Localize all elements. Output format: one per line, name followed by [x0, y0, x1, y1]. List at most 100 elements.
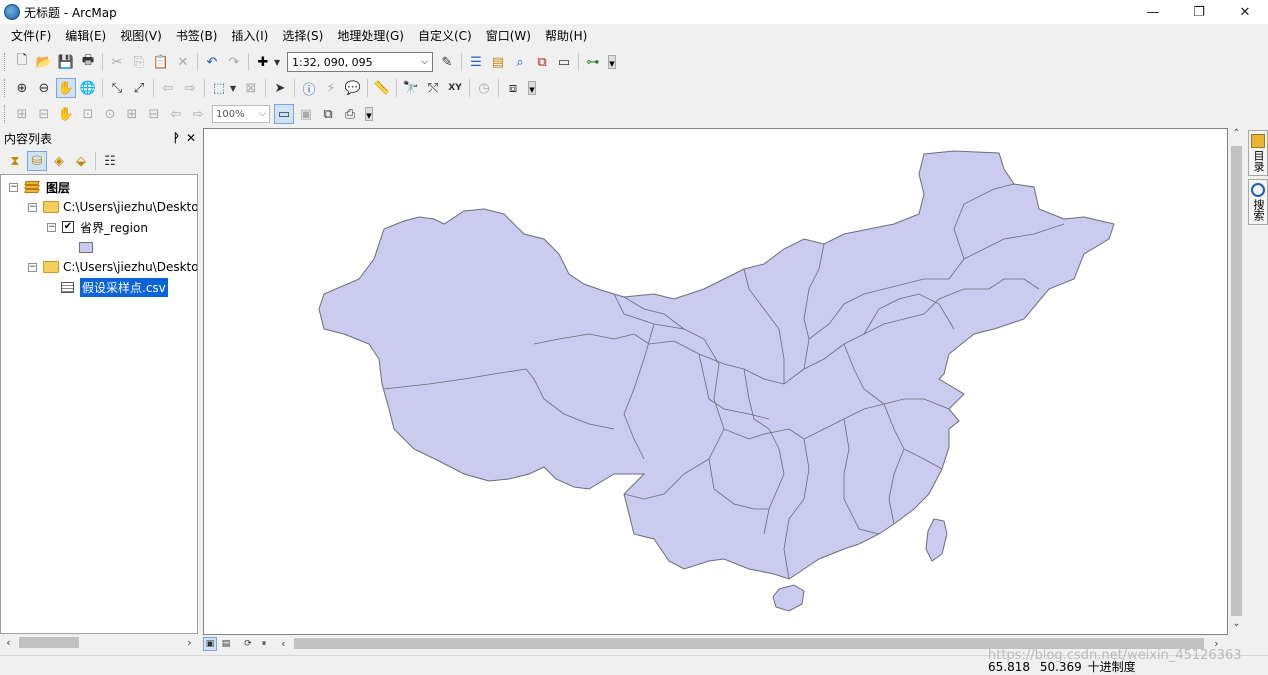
python-window-icon[interactable]: ▭ [554, 52, 574, 72]
hainan-polygon[interactable] [772, 584, 805, 612]
collapse-icon[interactable]: − [47, 222, 56, 232]
list-by-selection-icon[interactable]: ⬙ [71, 151, 91, 171]
menu-geoprocessing[interactable]: 地理处理(G) [330, 24, 411, 48]
menu-file[interactable]: 文件(F) [4, 24, 58, 48]
map-display[interactable] [203, 128, 1228, 635]
fixed-zoom-in-icon[interactable]: ⤡ [107, 78, 127, 98]
hyperlink-icon[interactable]: ⚡ [321, 78, 341, 98]
identify-icon[interactable]: ⓘ [299, 78, 319, 98]
map-vertical-scrollbar[interactable]: ⌃ ⌄ [1228, 128, 1245, 635]
search-tab[interactable]: 搜索 [1248, 179, 1268, 225]
close-icon[interactable]: ✕ [186, 131, 196, 145]
data-view-icon[interactable]: ▣ [203, 636, 217, 651]
restore-button[interactable]: ❐ [1176, 0, 1222, 24]
scroll-up-icon[interactable]: ⌃ [1228, 128, 1245, 145]
toolbar-options-icon[interactable]: ▼ [528, 81, 536, 95]
tree-folder-2[interactable]: − C:\Users\jiezhu\Deskto [28, 257, 197, 277]
focus-data-frame-icon[interactable]: ▣ [296, 104, 316, 124]
fixed-zoom-out-page-icon[interactable]: ⊟ [144, 104, 164, 124]
editor-toolbar-icon[interactable]: ✎ [437, 52, 457, 72]
measure-icon[interactable]: 📏 [372, 78, 392, 98]
print-icon[interactable]: 🖶 [78, 52, 98, 72]
zoom-whole-page-icon[interactable]: ⊡ [78, 104, 98, 124]
menu-edit[interactable]: 编辑(E) [58, 24, 113, 48]
change-layout-icon[interactable]: ⧉ [318, 104, 338, 124]
collapse-icon[interactable]: − [28, 202, 37, 212]
forward-extent-page-icon[interactable]: ⇨ [188, 104, 208, 124]
toggle-draft-mode-icon[interactable]: ▭ [274, 104, 294, 124]
search-window-icon[interactable]: ⌕ [510, 52, 530, 72]
data-driven-pages-icon[interactable]: ⎙ [340, 104, 360, 124]
scroll-down-icon[interactable]: ⌄ [1228, 618, 1245, 635]
menu-bookmarks[interactable]: 书签(B) [169, 24, 225, 48]
scroll-thumb[interactable] [19, 637, 79, 648]
new-document-icon[interactable]: 🗋 [12, 52, 32, 72]
list-by-drawing-order-icon[interactable]: ⧗ [5, 151, 25, 171]
select-features-dropdown-icon[interactable]: ▼ [230, 84, 238, 93]
pause-drawing-icon[interactable]: ⏸ [257, 637, 271, 651]
table-name-label[interactable]: 假设采样点.csv [80, 277, 168, 297]
arctoolbox-icon[interactable]: ⧉ [532, 52, 552, 72]
taiwan-polygon[interactable] [925, 518, 948, 562]
layout-zoom-combobox[interactable]: 100% ⌵ [212, 105, 270, 123]
menu-help[interactable]: 帮助(H) [538, 24, 594, 48]
tree-layer-province[interactable]: − ✔ 省界_region [47, 217, 148, 237]
tree-table-csv[interactable]: 假设采样点.csv [61, 277, 168, 297]
fixed-zoom-out-icon[interactable]: ⤢ [129, 78, 149, 98]
menu-view[interactable]: 视图(V) [113, 24, 169, 48]
find-binoculars-icon[interactable]: 🔭 [401, 78, 421, 98]
clear-selection-icon[interactable]: ⊠ [241, 78, 261, 98]
scroll-left-icon[interactable]: ‹ [275, 637, 292, 650]
undo-icon[interactable]: ↶ [202, 52, 222, 72]
pan-hand-icon[interactable]: ✋ [56, 78, 76, 98]
province-map[interactable] [204, 129, 1228, 635]
menu-windows[interactable]: 窗口(W) [479, 24, 538, 48]
html-popup-icon[interactable]: 💬 [343, 78, 363, 98]
create-viewer-window-icon[interactable]: ⧈ [503, 78, 523, 98]
pin-icon[interactable]: ᚹ [173, 131, 180, 145]
forward-extent-icon[interactable]: ⇨ [180, 78, 200, 98]
catalog-tab[interactable]: 目录 [1248, 130, 1268, 176]
add-data-icon[interactable]: ✚ [253, 52, 273, 72]
table-of-contents-icon[interactable]: ☰ [466, 52, 486, 72]
mainland-polygon[interactable] [318, 150, 1115, 580]
legend-symbol-row[interactable] [79, 237, 93, 257]
minimize-button[interactable]: — [1130, 0, 1176, 24]
catalog-window-icon[interactable]: ▤ [488, 52, 508, 72]
select-features-icon[interactable]: ⬚ [209, 78, 229, 98]
redo-icon[interactable]: ↷ [224, 52, 244, 72]
map-scale-combobox[interactable]: 1:32, 090, 095 ⌵ [287, 52, 433, 72]
toolbar-options-icon[interactable]: ▼ [365, 107, 373, 121]
toc-horizontal-scrollbar[interactable]: ‹ › [0, 634, 198, 651]
collapse-icon[interactable]: − [28, 262, 37, 272]
layout-view-icon[interactable]: ▤ [219, 637, 233, 651]
list-by-source-icon[interactable]: ⛁ [27, 151, 47, 171]
collapse-icon[interactable]: − [9, 182, 18, 192]
full-extent-globe-icon[interactable]: 🌐 [78, 78, 98, 98]
menu-insert[interactable]: 插入(I) [224, 24, 275, 48]
fixed-zoom-in-page-icon[interactable]: ⊞ [122, 104, 142, 124]
paste-icon[interactable]: 📋 [151, 52, 171, 72]
zoom-in-icon[interactable]: ⊕ [12, 78, 32, 98]
toolbar-options-icon[interactable]: ▼ [608, 55, 616, 69]
modelbuilder-icon[interactable]: ⊶ [583, 52, 603, 72]
close-button[interactable]: ✕ [1222, 0, 1268, 24]
layout-zoom-in-icon[interactable]: ⊞ [12, 104, 32, 124]
back-extent-page-icon[interactable]: ⇦ [166, 104, 186, 124]
time-slider-icon[interactable]: ◷ [474, 78, 494, 98]
tree-root-layers[interactable]: − 图层 [9, 177, 70, 197]
scroll-right-icon[interactable]: › [181, 636, 198, 649]
layer-visibility-checkbox[interactable]: ✔ [62, 221, 74, 233]
open-folder-icon[interactable]: 📂 [34, 52, 54, 72]
menu-selection[interactable]: 选择(S) [275, 24, 330, 48]
scroll-left-icon[interactable]: ‹ [0, 636, 17, 649]
layout-pan-icon[interactable]: ✋ [56, 104, 76, 124]
add-data-dropdown-icon[interactable]: ▼ [274, 58, 282, 67]
scroll-thumb[interactable] [1231, 146, 1242, 616]
copy-icon[interactable]: ⎘ [129, 52, 149, 72]
select-elements-arrow-icon[interactable]: ➤ [270, 78, 290, 98]
tree-folder-1[interactable]: − C:\Users\jiezhu\Deskto [28, 197, 197, 217]
list-by-visibility-icon[interactable]: ◈ [49, 151, 69, 171]
delete-icon[interactable]: ✕ [173, 52, 193, 72]
zoom-100-icon[interactable]: ⊙ [100, 104, 120, 124]
